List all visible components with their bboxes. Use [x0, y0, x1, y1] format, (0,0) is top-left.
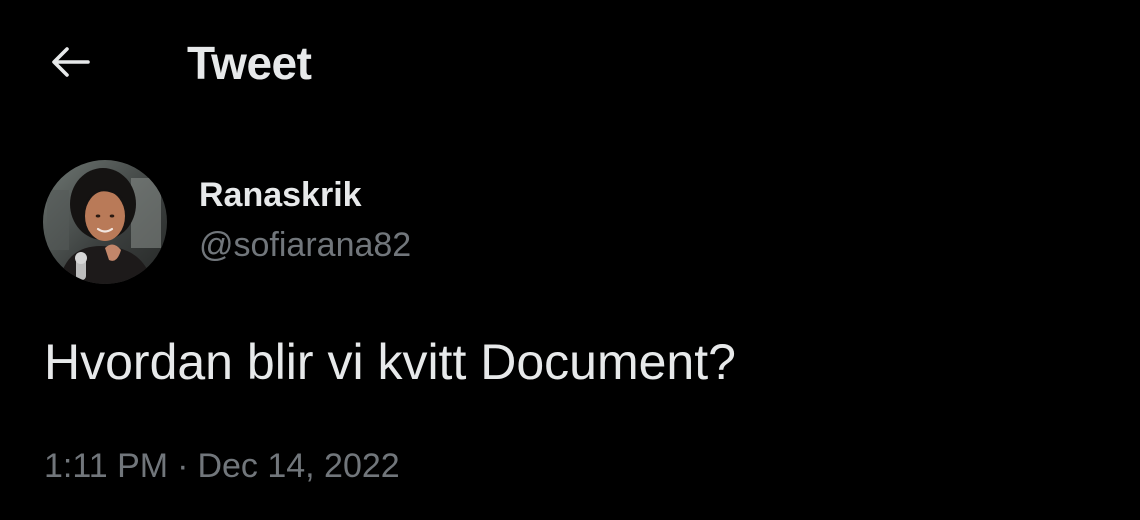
tweet-time[interactable]: 1:11 PM [44, 447, 168, 485]
avatar[interactable] [43, 160, 167, 284]
tweet-text: Hvordan blir vi kvitt Document? [44, 334, 736, 390]
author-display-name[interactable]: Ranaskrik [199, 175, 362, 215]
author-handle[interactable]: @sofiarana82 [199, 225, 411, 265]
meta-separator: · [177, 447, 189, 485]
arrow-left-icon [52, 47, 90, 77]
page-title: Tweet [187, 37, 312, 89]
tweet-timestamp: 1:11 PM · Dec 14, 2022 [44, 444, 400, 488]
tweet-date[interactable]: Dec 14, 2022 [197, 447, 399, 485]
top-bar: Tweet [0, 0, 1140, 124]
back-button[interactable] [38, 30, 102, 94]
